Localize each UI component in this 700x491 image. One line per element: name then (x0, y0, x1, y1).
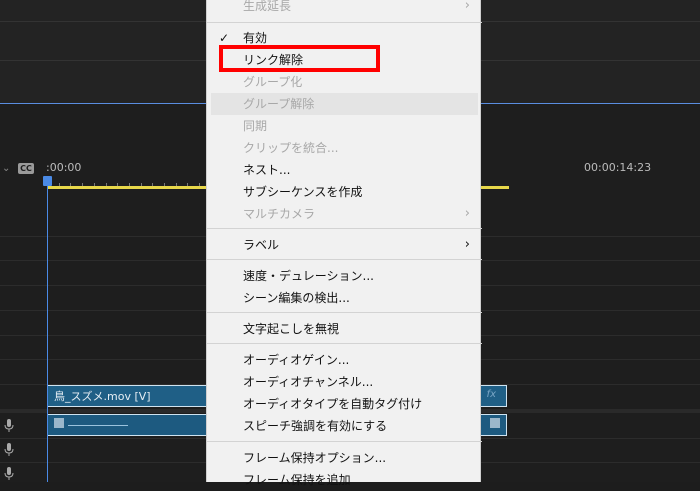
chevron-right-icon: › (464, 0, 470, 13)
menu-item[interactable]: 速度・デュレーション... (207, 265, 482, 287)
menu-item[interactable]: ラベル › (207, 234, 482, 256)
menu-item-label: 生成延長 (243, 0, 292, 13)
menu-item-label: オーディオチャンネル... (243, 375, 374, 389)
menu-item-label: ネスト... (243, 163, 291, 177)
menu-item-label: 同期 (243, 119, 268, 133)
chevron-right-icon: › (464, 237, 470, 252)
menu-item-label: クリップを統合... (243, 141, 339, 155)
menu-item[interactable]: フレーム保持を追加 (207, 469, 482, 491)
menu-item-label: 有効 (243, 31, 268, 45)
menu-item-label: フレーム保持オプション... (243, 451, 387, 465)
menu-item[interactable]: スピーチ強調を有効にする (207, 415, 482, 437)
microphone-icon[interactable] (4, 443, 14, 457)
fx-badge: fx (486, 389, 496, 400)
menu-item[interactable]: 生成延長 › (207, 0, 482, 17)
microphone-icon[interactable] (4, 419, 14, 433)
playhead-line[interactable] (47, 186, 48, 482)
clip-end-marker (490, 418, 500, 428)
menu-separator (207, 259, 482, 260)
menu-separator (207, 343, 482, 344)
timecode-start: :00:00 (46, 161, 82, 174)
menu-item-label: オーディオゲイン... (243, 353, 350, 367)
timecode-end: 00:00:14:23 (584, 161, 652, 174)
waveform (68, 425, 128, 426)
captions-icon[interactable]: CC (18, 163, 34, 174)
menu-separator (207, 22, 482, 23)
menu-item-label: ラベル (243, 238, 280, 252)
menu-item-label: 文字起こしを無視 (243, 322, 340, 336)
menu-item[interactable]: 文字起こしを無視 (207, 318, 482, 340)
menu-item[interactable]: ネスト... (207, 159, 482, 181)
menu-item[interactable]: オーディオチャンネル... (207, 371, 482, 393)
menu-item[interactable]: 同期 (207, 115, 482, 137)
menu-item[interactable]: グループ解除 (211, 93, 478, 115)
menu-item-label: グループ解除 (243, 97, 315, 111)
menu-item[interactable]: サブシーケンスを作成 (207, 181, 482, 203)
menu-item[interactable]: オーディオゲイン... (207, 349, 482, 371)
playhead-handle[interactable] (43, 176, 52, 186)
menu-item[interactable]: フレーム保持オプション... (207, 447, 482, 469)
menu-item-label: サブシーケンスを作成 (243, 185, 363, 199)
chevron-right-icon: › (464, 206, 470, 221)
menu-item-label: 速度・デュレーション... (243, 269, 374, 283)
menu-separator (207, 441, 482, 442)
menu-item[interactable]: オーディオタイプを自動タグ付け (207, 393, 482, 415)
microphone-icon[interactable] (4, 467, 14, 481)
menu-item[interactable]: マルチカメラ › (207, 203, 482, 225)
menu-item[interactable]: シーン編集の検出... (207, 287, 482, 309)
menu-item-label: マルチカメラ (243, 207, 316, 221)
clip-start-marker (54, 418, 64, 428)
menu-item[interactable]: グループ化 (207, 71, 482, 93)
menu-item-label: スピーチ強調を有効にする (243, 419, 388, 433)
menu-item-label: オーディオタイプを自動タグ付け (243, 397, 423, 411)
menu-separator (207, 228, 482, 229)
wrench-icon[interactable]: ⌄ (2, 163, 10, 174)
clip-context-menu: 生成延長 › ✓ 有効 リンク解除 グループ化 グループ解除 同期 クリップを統合... ネスト.… (206, 0, 482, 487)
menu-item-label: フレーム保持を追加 (243, 473, 351, 487)
menu-item-label: シーン編集の検出... (243, 291, 350, 305)
clip-name: 鳥_スズメ.mov [V] (54, 390, 151, 403)
highlight-box (219, 45, 380, 72)
menu-item[interactable]: クリップを統合... (207, 137, 482, 159)
menu-item-label: グループ化 (243, 75, 303, 89)
menu-separator (207, 312, 482, 313)
